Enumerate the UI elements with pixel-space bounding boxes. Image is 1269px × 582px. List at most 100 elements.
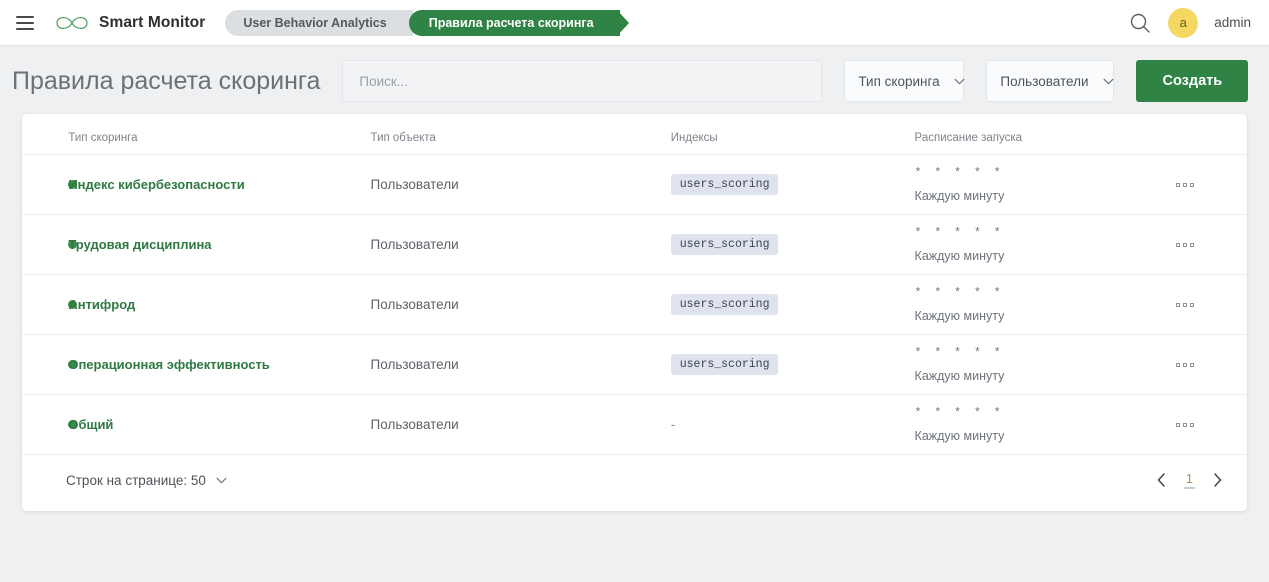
avatar[interactable]: a xyxy=(1168,7,1199,38)
object-type-value: Пользователи xyxy=(370,296,459,312)
row-actions-cell xyxy=(1176,274,1247,335)
filter-scoring-type[interactable]: Тип скоринга xyxy=(844,60,965,102)
row-actions-cell xyxy=(1176,154,1247,215)
cron-expression: * * * * * xyxy=(914,226,1004,240)
breadcrumb: User Behavior Analytics Правила расчета … xyxy=(225,9,629,36)
column-object-type: Тип объекта xyxy=(370,114,671,155)
cron-description: Каждую минуту xyxy=(914,368,1005,383)
row-index-cell: users_scoring xyxy=(670,154,915,215)
cron-expression: * * * * * xyxy=(914,286,1004,300)
rows-per-page-selector[interactable]: Строк на странице: 50 xyxy=(66,473,227,488)
column-indexes: Индексы xyxy=(670,114,915,155)
row-name-cell: Антифрод xyxy=(68,274,371,335)
table-row[interactable]: Индекс кибербезопасности Пользователи user… xyxy=(22,154,1247,215)
breadcrumb-label: Правила расчета скоринга xyxy=(428,15,594,30)
search-icon[interactable] xyxy=(1128,11,1152,35)
row-name-cell: Индекс кибербезопасности xyxy=(68,154,371,215)
column-actions xyxy=(1176,114,1247,155)
column-schedule: Расписание запуска xyxy=(914,114,1177,155)
rows-per-page-label: Строк на странице: 50 xyxy=(66,472,206,488)
table-row[interactable]: Трудовая дисциплина Пользователи users_sco… xyxy=(22,214,1247,275)
more-dot xyxy=(1190,182,1195,187)
hamburger-bar xyxy=(16,21,34,24)
chevron-right-icon[interactable] xyxy=(1209,472,1225,488)
row-status-cell xyxy=(22,334,77,395)
row-index-cell: - xyxy=(670,394,915,455)
row-status-cell xyxy=(22,274,77,335)
rule-name-link[interactable]: Операционная эффективность xyxy=(68,357,269,372)
index-badge: users_scoring xyxy=(670,354,779,375)
column-status xyxy=(22,114,69,155)
breadcrumb-item-scoring-rules[interactable]: Правила расчета скоринга xyxy=(408,9,629,36)
chevron-down-icon xyxy=(1103,78,1113,84)
more-options-icon[interactable] xyxy=(1176,302,1202,307)
more-options-icon[interactable] xyxy=(1176,422,1202,427)
more-dot xyxy=(1190,362,1195,367)
row-status-cell xyxy=(22,154,77,215)
chevron-down-icon xyxy=(954,78,965,84)
rule-name-link[interactable]: Трудовая дисциплина xyxy=(68,237,211,252)
rule-name-link[interactable]: Индекс кибербезопасности xyxy=(68,177,244,192)
more-options-icon[interactable] xyxy=(1176,362,1202,367)
index-badge: users_scoring xyxy=(670,234,779,255)
breadcrumb-item-uba[interactable]: User Behavior Analytics xyxy=(225,9,423,36)
index-badge: users_scoring xyxy=(670,174,779,195)
more-dot xyxy=(1176,302,1181,307)
more-dot xyxy=(1183,422,1188,427)
page-toolbar: Правила расчета скоринга Тип скоринга По… xyxy=(0,46,1269,114)
more-dot xyxy=(1190,302,1195,307)
more-options-icon[interactable] xyxy=(1176,182,1202,187)
row-schedule-cell: * * * * * Каждую минуту xyxy=(914,154,1177,215)
search-field[interactable] xyxy=(342,60,823,102)
row-status-cell xyxy=(22,394,77,455)
row-name-cell: Общий xyxy=(68,394,371,455)
cron-description: Каждую минуту xyxy=(914,188,1005,203)
table-footer: Строк на странице: 50 1 xyxy=(22,455,1247,511)
row-actions-cell xyxy=(1176,334,1247,395)
more-dot xyxy=(1176,182,1181,187)
cron-description: Каждую минуту xyxy=(914,308,1005,323)
row-name-cell: Операционная эффективность xyxy=(68,334,371,395)
search-input[interactable] xyxy=(357,72,808,90)
cron-expression: * * * * * xyxy=(914,166,1004,180)
row-object-cell: Пользователи xyxy=(370,154,671,215)
breadcrumb-label: User Behavior Analytics xyxy=(243,15,387,30)
chevron-down-icon xyxy=(216,477,227,483)
column-scoring-type: Тип скоринга xyxy=(68,114,371,155)
top-bar-right: a admin xyxy=(1128,7,1251,38)
more-dot xyxy=(1183,242,1188,247)
more-dot xyxy=(1176,422,1181,427)
more-dot xyxy=(1176,242,1181,247)
rule-name-link[interactable]: Антифрод xyxy=(68,297,135,312)
more-dot xyxy=(1190,242,1195,247)
row-object-cell: Пользователи xyxy=(370,214,671,275)
cron-description: Каждую минуту xyxy=(914,248,1005,263)
hamburger-bar xyxy=(16,27,34,30)
row-status-cell xyxy=(22,214,77,275)
scoring-rules-table: Тип скоринга Тип объекта Индексы Расписа… xyxy=(22,114,1247,455)
object-type-value: Пользователи xyxy=(370,356,459,372)
table-row[interactable]: Антифрод Пользователи users_scoring * * * *… xyxy=(22,274,1247,335)
rule-name-link[interactable]: Общий xyxy=(68,417,113,432)
row-object-cell: Пользователи xyxy=(370,394,671,455)
index-empty: - xyxy=(670,416,676,432)
hamburger-icon[interactable] xyxy=(10,8,40,38)
row-schedule-cell: * * * * * Каждую минуту xyxy=(914,394,1177,455)
brand[interactable]: Smart Monitor xyxy=(54,12,205,34)
username-label: admin xyxy=(1214,15,1251,30)
table-row[interactable]: Общий Пользователи - * * * * * Каждую минуту xyxy=(22,394,1247,455)
scoring-rules-card: Тип скоринга Тип объекта Индексы Расписа… xyxy=(22,114,1247,511)
create-button[interactable]: Создать xyxy=(1136,60,1249,102)
filter-object-type[interactable]: Пользователи xyxy=(986,60,1115,102)
table-row[interactable]: Операционная эффективность Пользователи us… xyxy=(22,334,1247,395)
row-index-cell: users_scoring xyxy=(670,214,915,275)
filter-object-type-label: Пользователи xyxy=(1000,73,1089,89)
row-schedule-cell: * * * * * Каждую минуту xyxy=(914,214,1177,275)
row-name-cell: Трудовая дисциплина xyxy=(68,214,371,275)
index-badge: users_scoring xyxy=(670,294,779,315)
more-options-icon[interactable] xyxy=(1176,242,1202,247)
cron-expression: * * * * * xyxy=(914,406,1004,420)
chevron-left-icon[interactable] xyxy=(1154,472,1170,488)
row-schedule-cell: * * * * * Каждую минуту xyxy=(914,274,1177,335)
page-number-1[interactable]: 1 xyxy=(1183,471,1195,489)
